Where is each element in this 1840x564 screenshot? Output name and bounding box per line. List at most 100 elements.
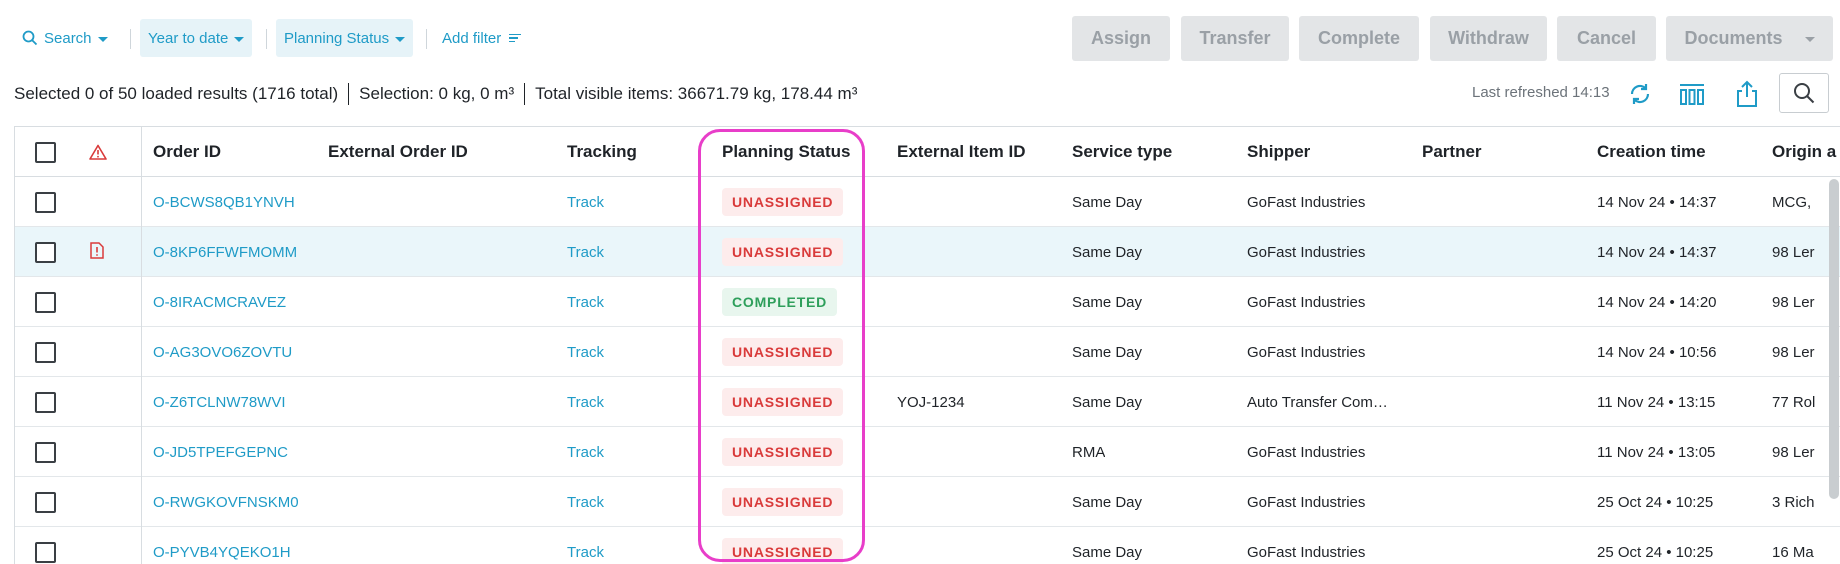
planning-status-cell: UNASSIGNED (722, 527, 844, 564)
vertical-scrollbar[interactable] (1829, 179, 1839, 499)
shipper-cell: GoFast Industries (1247, 293, 1366, 311)
service-type-cell: RMA (1072, 443, 1106, 461)
row-checkbox[interactable] (35, 341, 56, 363)
shipper-cell: GoFast Industries (1247, 243, 1366, 261)
chevron-down-icon (234, 36, 245, 42)
status-badge: UNASSIGNED (722, 438, 844, 466)
header-external-order-id[interactable]: External Order ID (328, 127, 468, 177)
orders-table: Order ID External Order ID Tracking Plan… (14, 126, 1840, 564)
origin-cell: 98 Ler (1772, 243, 1815, 261)
header-planning-status[interactable]: Planning Status (722, 127, 850, 177)
columns-button[interactable] (1676, 78, 1708, 110)
transfer-button[interactable]: Transfer (1181, 16, 1289, 61)
row-checkbox[interactable] (35, 491, 56, 513)
status-badge: UNASSIGNED (722, 188, 844, 216)
toolbar: Search Year to date Planning Status Add … (0, 0, 1840, 76)
order-id-link[interactable]: O-AG3OVO6ZOVTU (153, 327, 292, 377)
row-select-cell (35, 327, 56, 377)
export-button[interactable] (1731, 78, 1763, 110)
order-id-link[interactable]: O-8IRACMCRAVEZ (153, 277, 286, 327)
warning-icon (89, 144, 107, 160)
search-filter[interactable]: Search (14, 19, 116, 57)
documents-button[interactable]: Documents (1666, 16, 1833, 61)
row-select-cell (35, 377, 56, 427)
track-link[interactable]: Track (567, 327, 604, 377)
track-link[interactable]: Track (567, 277, 604, 327)
table-row[interactable]: O-Z6TCLNW78WVI Track UNASSIGNED YOJ-1234 Sam… (15, 377, 1840, 427)
table-row[interactable]: O-8IRACMCRAVEZ Track COMPLETED Same Day GoFa… (15, 277, 1840, 327)
selection-weight: Selection: 0 kg, 0 m³ (359, 84, 515, 103)
date-range-filter-label: Year to date (148, 29, 229, 47)
status-badge: UNASSIGNED (722, 488, 844, 516)
table-row[interactable]: O-RWGKOVFNSKM0 Track UNASSIGNED Same Day GoF… (15, 477, 1840, 527)
header-tracking[interactable]: Tracking (567, 127, 637, 177)
table-row[interactable]: O-AG3OVO6ZOVTU Track UNASSIGNED Same Day GoF… (15, 327, 1840, 377)
chevron-down-icon (1804, 37, 1815, 42)
row-checkbox[interactable] (35, 291, 56, 313)
planning-status-cell: UNASSIGNED (722, 327, 844, 377)
track-link[interactable]: Track (567, 177, 604, 227)
order-id-link[interactable]: O-RWGKOVFNSKM0 (153, 477, 299, 527)
track-link[interactable]: Track (567, 227, 604, 277)
track-link[interactable]: Track (567, 427, 604, 477)
header-origin[interactable]: Origin a (1772, 127, 1836, 177)
alert-cell (90, 227, 104, 277)
table-row[interactable]: O-BCWS8QB1YNVH Track UNASSIGNED Same Day GoF… (15, 177, 1840, 227)
header-partner[interactable]: Partner (1422, 127, 1482, 177)
origin-cell: 16 Ma (1772, 543, 1814, 561)
service-type-cell: Same Day (1072, 343, 1143, 361)
divider (266, 29, 267, 49)
order-id-link[interactable]: O-PYVB4YQEKO1H (153, 527, 291, 564)
row-checkbox[interactable] (35, 441, 56, 463)
selected-count: Selected 0 of 50 loaded results (1716 to… (14, 84, 339, 103)
row-checkbox[interactable] (35, 241, 56, 263)
order-id-link[interactable]: O-JD5TPEFGEPNC (153, 427, 288, 477)
origin-cell: 3 Rich (1772, 493, 1815, 511)
order-id-link[interactable]: O-8KP6FFWFMOMM (153, 227, 297, 277)
creation-time-cell: 14 Nov 24 • 14:37 (1597, 243, 1717, 261)
service-type-cell: Same Day (1072, 193, 1143, 211)
row-checkbox[interactable] (35, 191, 56, 213)
table-row[interactable]: O-PYVB4YQEKO1H Track UNASSIGNED Same Day GoF… (15, 527, 1840, 564)
row-select-cell (35, 427, 56, 477)
track-link[interactable]: Track (567, 377, 604, 427)
divider (348, 83, 350, 105)
header-creation-time[interactable]: Creation time (1597, 127, 1706, 177)
cancel-button[interactable]: Cancel (1557, 16, 1656, 61)
creation-time-cell: 14 Nov 24 • 10:56 (1597, 343, 1717, 361)
order-id-link[interactable]: O-Z6TCLNW78WVI (153, 377, 286, 427)
status-badge: UNASSIGNED (722, 338, 844, 366)
add-filter-button[interactable]: Add filter (434, 19, 529, 57)
shipper-cell: GoFast Industries (1247, 443, 1366, 461)
select-all-checkbox[interactable] (35, 141, 56, 163)
row-select-cell (35, 527, 56, 564)
table-row[interactable]: O-8KP6FFWFMOMM Track UNASSIGNED Same Day GoF… (15, 227, 1840, 277)
withdraw-button[interactable]: Withdraw (1430, 16, 1547, 61)
header-order-id[interactable]: Order ID (153, 127, 221, 177)
assign-button[interactable]: Assign (1072, 16, 1170, 61)
status-badge: UNASSIGNED (722, 388, 844, 416)
refresh-icon (1630, 84, 1650, 104)
planning-status-filter[interactable]: Planning Status (276, 19, 414, 57)
alert-column-header (89, 127, 107, 177)
date-range-filter[interactable]: Year to date (140, 19, 253, 57)
row-checkbox[interactable] (35, 391, 56, 413)
creation-time-cell: 25 Oct 24 • 10:25 (1597, 493, 1714, 511)
planning-status-cell: COMPLETED (722, 277, 838, 327)
track-link[interactable]: Track (567, 477, 604, 527)
table-search-button[interactable] (1779, 73, 1829, 113)
row-checkbox[interactable] (35, 541, 56, 563)
header-service-type[interactable]: Service type (1072, 127, 1172, 177)
origin-cell: 98 Ler (1772, 343, 1815, 361)
header-external-item-id[interactable]: External Item ID (897, 127, 1026, 177)
service-type-cell: Same Day (1072, 293, 1143, 311)
complete-button[interactable]: Complete (1299, 16, 1419, 61)
alert-icon[interactable] (90, 241, 104, 263)
refresh-button[interactable] (1624, 78, 1656, 110)
divider (130, 29, 131, 49)
header-shipper[interactable]: Shipper (1247, 127, 1310, 177)
creation-time-cell: 14 Nov 24 • 14:20 (1597, 293, 1717, 311)
table-row[interactable]: O-JD5TPEFGEPNC Track UNASSIGNED RMA GoFast I… (15, 427, 1840, 477)
order-id-link[interactable]: O-BCWS8QB1YNVH (153, 177, 295, 227)
track-link[interactable]: Track (567, 527, 604, 564)
